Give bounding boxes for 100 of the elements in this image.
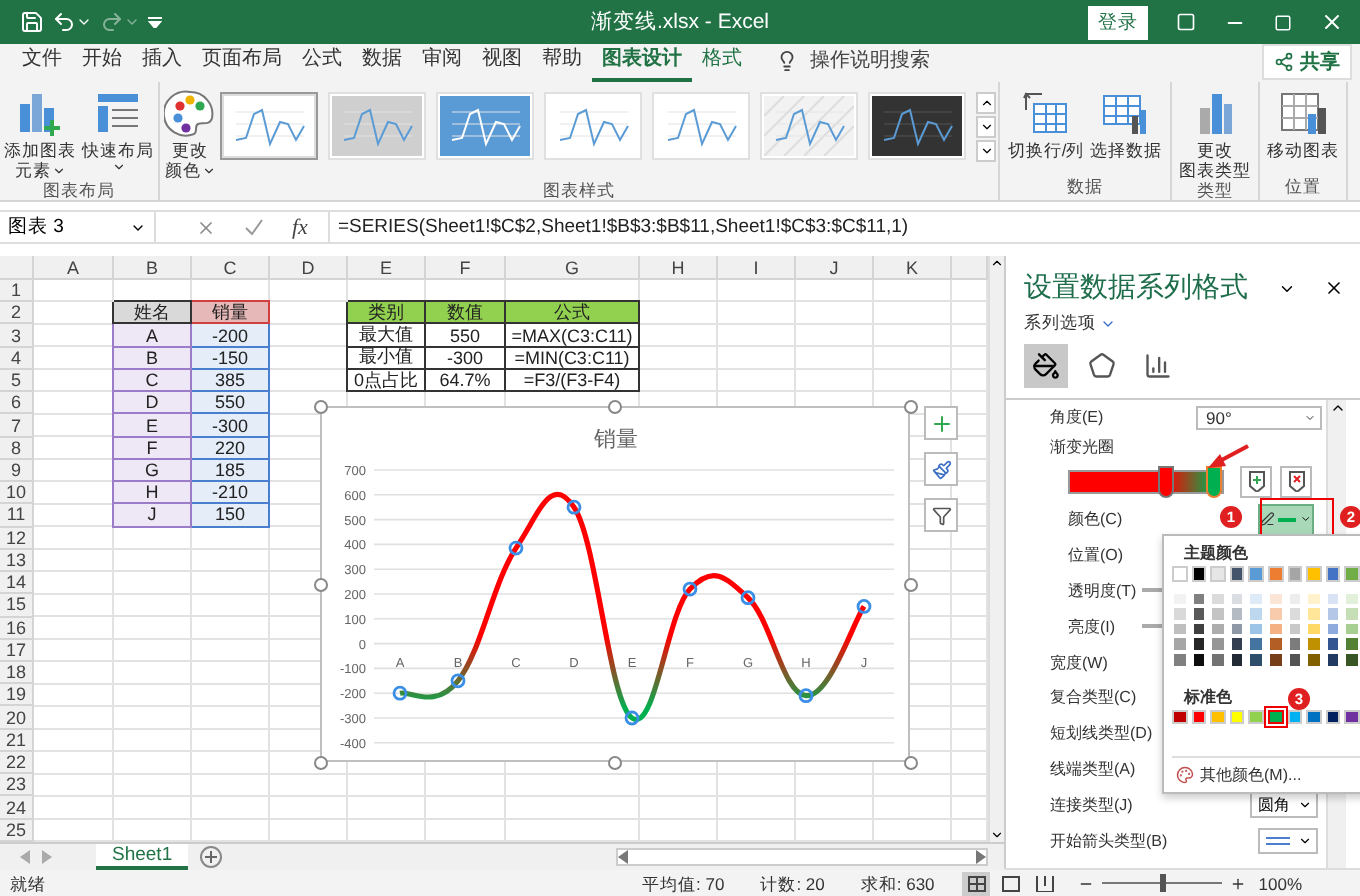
ribbon-tab[interactable]: 视图 [472,44,532,82]
zoom-in-icon[interactable] [1230,875,1247,891]
sheet-tab[interactable]: Sheet1 [96,843,189,870]
column-header[interactable]: G [506,256,640,280]
column-header[interactable]: H [640,256,718,280]
ribbon-tab[interactable]: 公式 [292,44,352,82]
row-header[interactable]: 12 [0,527,34,550]
row-header[interactable]: 2 [0,302,34,325]
resize-handle[interactable] [904,400,918,414]
color-swatch[interactable] [1248,566,1264,582]
save-icon[interactable] [20,10,44,34]
row-header[interactable]: 22 [0,751,34,775]
check-icon[interactable] [244,217,264,237]
row-header[interactable]: 4 [0,347,34,370]
gradient-stop[interactable] [1157,465,1174,497]
color-swatch[interactable] [1248,709,1264,725]
resize-handle[interactable] [608,756,622,770]
row-header[interactable]: 18 [0,661,34,685]
ribbon-button[interactable]: 选择数据 [1088,88,1165,160]
row-header[interactable]: 3 [0,324,34,348]
row-header[interactable]: 25 [0,819,34,842]
color-swatch[interactable] [1191,709,1207,725]
scroll-down-button[interactable] [976,116,996,138]
point-marker[interactable] [682,581,698,597]
add-stop-button[interactable] [1240,465,1272,497]
color-swatch[interactable] [1191,566,1207,582]
ribbon-button[interactable]: 快速布局 [80,88,156,174]
column-header[interactable]: C [192,256,270,280]
color-swatch[interactable] [1344,566,1360,582]
point-marker[interactable] [624,710,640,726]
undo-icon[interactable] [52,10,76,34]
column-header[interactable]: J [796,256,874,280]
point-marker[interactable] [392,685,408,701]
chart-styles-button[interactable] [924,452,958,486]
name-box[interactable]: 图表 3 [0,212,156,242]
ribbon-button[interactable]: 移动图表 [1265,88,1341,160]
column-header[interactable]: F [426,256,506,280]
close-icon[interactable] [1324,278,1344,298]
ribbon-tab[interactable]: 数据 [352,44,412,82]
ribbon-tab[interactable]: 帮助 [532,44,592,82]
color-swatch[interactable] [1210,566,1226,582]
color-swatch[interactable] [1229,566,1245,582]
caret-icon[interactable] [124,14,140,30]
color-swatch[interactable] [1325,709,1341,725]
maximize-icon[interactable] [1274,13,1292,31]
point-marker[interactable] [450,673,466,689]
row-header[interactable]: 11 [0,504,34,528]
vertical-scrollbar[interactable] [988,256,1004,842]
ribbon-tab[interactable]: 开始 [72,44,132,82]
chart-elements-button[interactable] [924,406,958,440]
column-header[interactable]: K [874,256,952,280]
ribbon-tab[interactable]: 格式 [692,44,752,82]
column-header[interactable]: I [718,256,796,280]
sign-in-button[interactable]: 登录 [1088,5,1148,39]
row-header[interactable]: 1 [0,280,34,303]
caret-icon[interactable] [76,14,92,30]
row-header[interactable]: 13 [0,549,34,573]
ribbon-button[interactable]: 添加图表 元素 [2,88,78,180]
color-swatch[interactable] [1287,566,1303,582]
share-button[interactable]: 共享 [1262,44,1352,80]
resize-handle[interactable] [608,400,622,414]
angle-field[interactable]: 90° [1196,405,1322,429]
scroll-up-button[interactable] [976,92,996,114]
series-options-dropdown[interactable]: 系列选项 [1024,310,1360,338]
ribbon-button[interactable]: 更改 图表类型 [1177,88,1253,180]
row-header[interactable]: 19 [0,684,34,707]
color-swatch[interactable] [1267,566,1284,582]
next-sheet-icon[interactable] [42,849,52,864]
color-swatch[interactable] [1267,709,1284,725]
color-swatch[interactable] [1229,709,1245,725]
ribbon-tab[interactable]: 页面布局 [192,44,292,82]
point-marker[interactable] [798,688,814,704]
customize-icon[interactable] [148,16,162,28]
row-header[interactable]: 8 [0,437,34,460]
ribbon-tab[interactable]: 文件 [12,44,72,82]
cancel-icon[interactable] [196,217,216,237]
row-header[interactable]: 5 [0,369,34,393]
color-swatch[interactable] [1172,566,1188,582]
row-header[interactable]: 14 [0,572,34,595]
point-marker[interactable] [508,540,524,556]
row-header[interactable]: 10 [0,482,34,505]
previous-sheet-icon[interactable] [20,849,30,864]
column-header[interactable]: D [270,256,348,280]
pane-tab[interactable] [1024,344,1068,388]
color-swatch[interactable] [1325,566,1341,582]
column-header[interactable]: A [34,256,114,280]
color-swatch[interactable] [1344,709,1360,725]
resize-handle[interactable] [904,578,918,592]
gradient-stop[interactable] [1206,465,1223,497]
point-marker[interactable] [856,599,872,614]
color-swatch[interactable] [1306,566,1322,582]
ribbon-display-icon[interactable] [1176,12,1196,32]
row-header[interactable]: 9 [0,459,34,483]
more-colors-item[interactable]: 其他颜色(M)... [1172,756,1360,792]
row-header[interactable]: 24 [0,796,34,820]
row-header[interactable]: 23 [0,774,34,797]
insert-function-button[interactable]: fx [292,215,308,239]
ribbon-tab[interactable]: 插入 [132,44,192,82]
row-header[interactable]: 16 [0,617,34,640]
remove-stop-button[interactable] [1280,465,1312,497]
